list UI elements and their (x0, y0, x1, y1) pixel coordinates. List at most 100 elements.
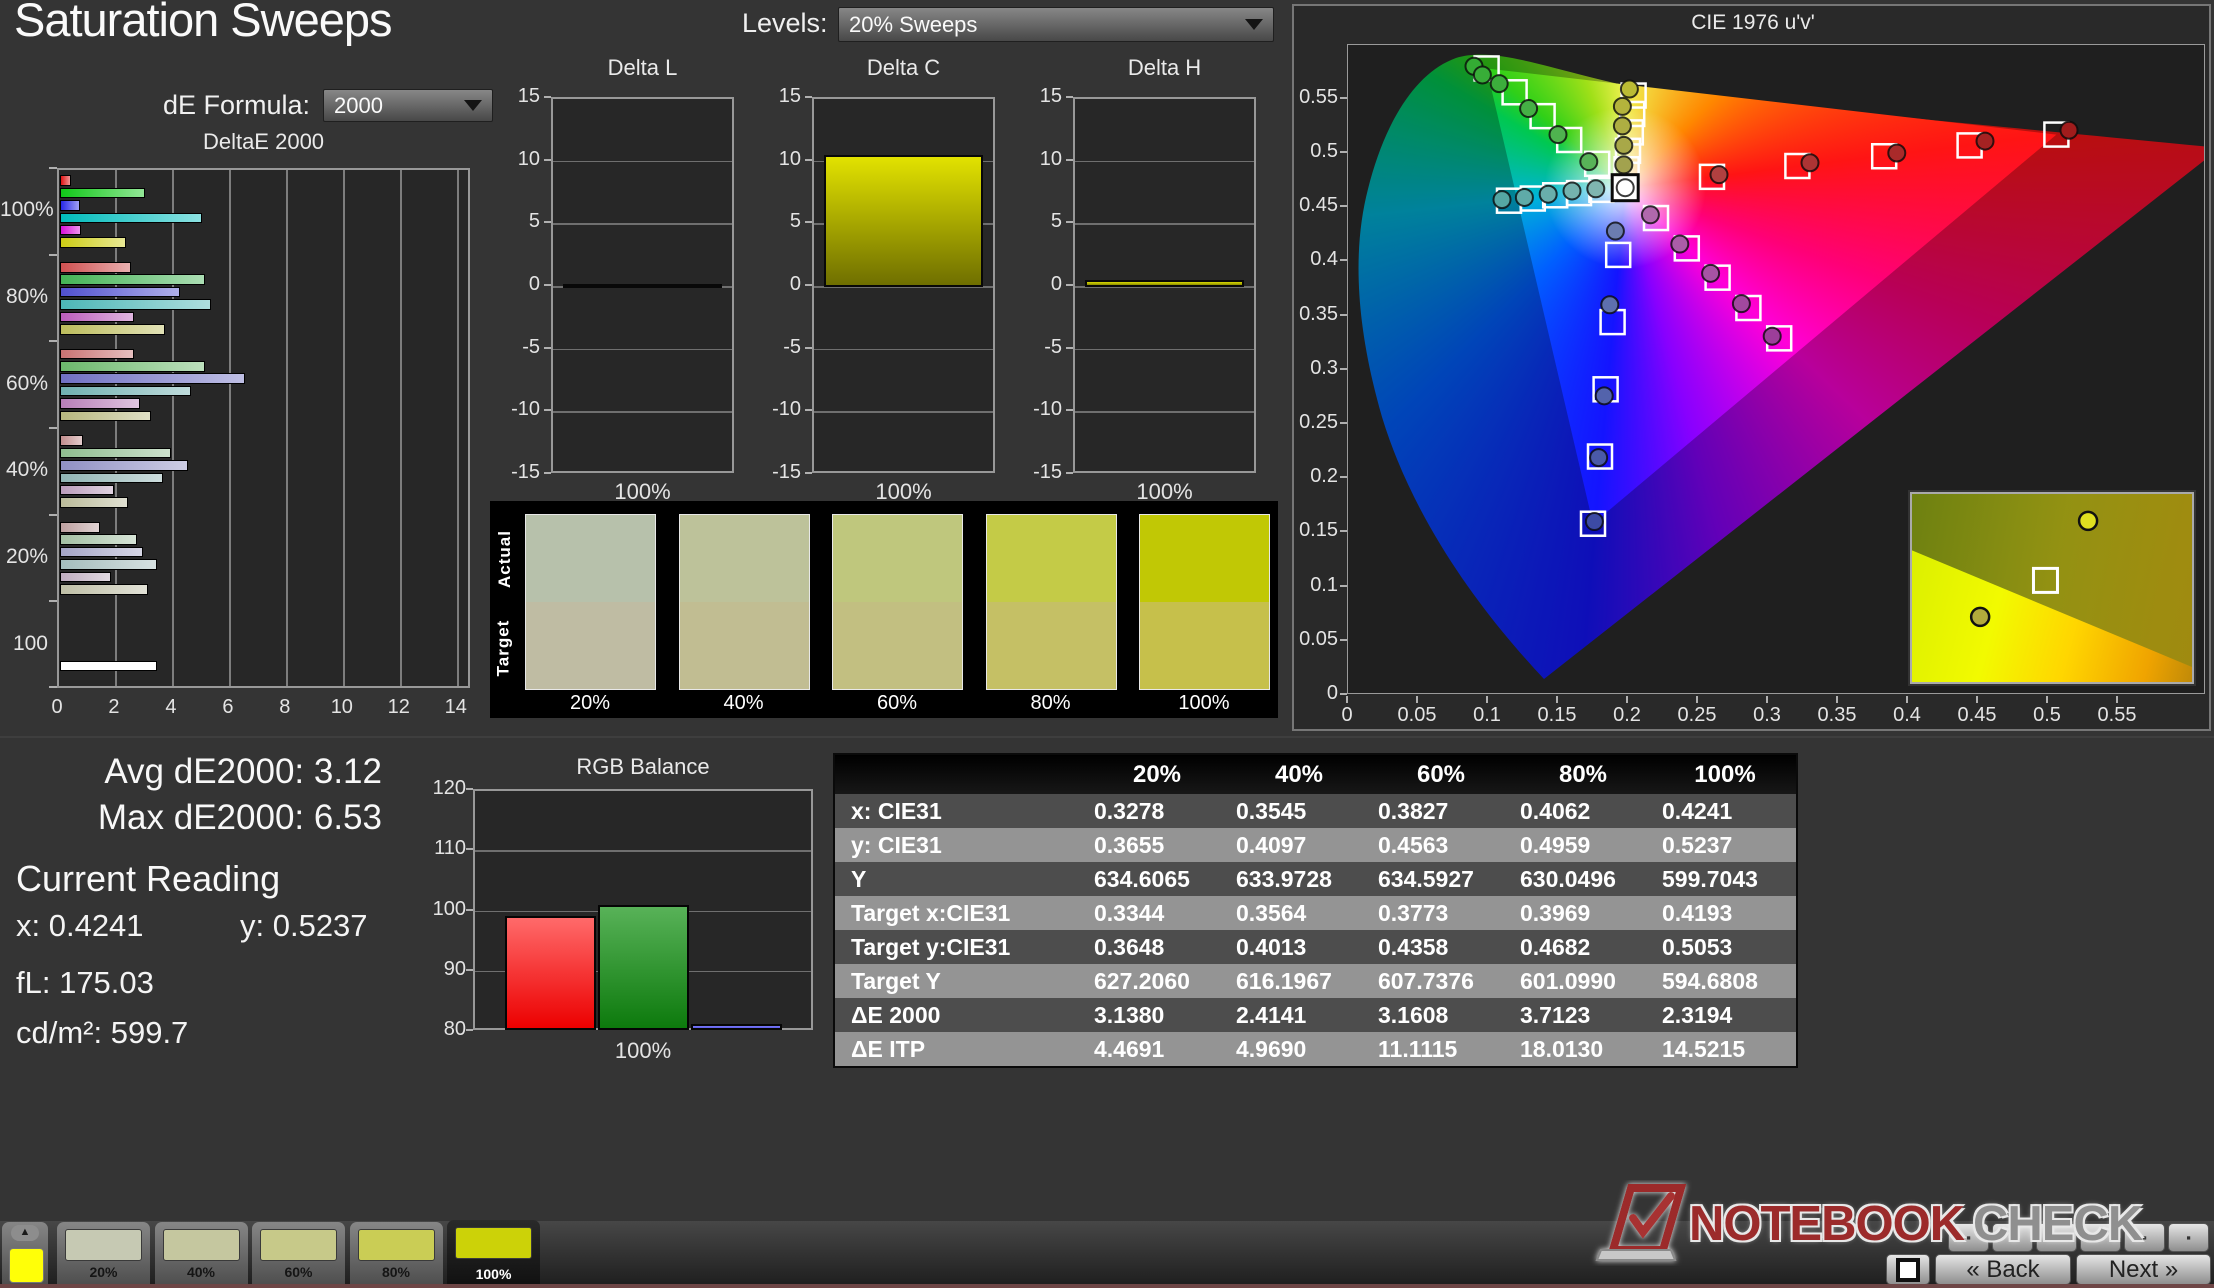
measurement-circle-marker (1580, 153, 1597, 170)
measurement-circle-marker (1621, 81, 1638, 98)
deltae-bar (60, 386, 191, 397)
delta-l-chart: Delta L151050-5-10-15100% (500, 55, 755, 510)
row-label-cell: x: CIE31 (834, 794, 1086, 828)
de-formula-dropdown[interactable]: 2000 (323, 89, 493, 122)
value-cell: 0.3344 (1086, 896, 1228, 930)
levels-dropdown[interactable]: 20% Sweeps (838, 7, 1274, 42)
axis-tick (805, 284, 812, 286)
swatch-column-label: 80% (1030, 692, 1070, 715)
value-cell: 4.4691 (1086, 1032, 1228, 1067)
target-swatch (526, 602, 655, 689)
saturation-tab-60[interactable]: 60% (252, 1222, 345, 1285)
cdm2-readout: cd/m²: 599.7 (16, 1015, 188, 1051)
axis-tick (1340, 639, 1347, 641)
axis-tick (1066, 159, 1073, 161)
deltae-bar (60, 448, 171, 459)
y-tick-label: -10 (500, 398, 540, 421)
axis-tick (1066, 96, 1073, 98)
table-row: ΔE 20003.13802.41413.16083.71232.3194 (834, 998, 1797, 1032)
deltae-bar (60, 299, 211, 310)
axis-tick (1340, 314, 1347, 316)
delta-h-chart: Delta H151050-5-10-15100% (1022, 55, 1277, 510)
axis-tick (49, 254, 57, 256)
value-cell: 0.3773 (1370, 896, 1512, 930)
swatch-cell (679, 514, 810, 690)
tab-label: 40% (155, 1264, 248, 1280)
axis-tick (2116, 696, 2118, 703)
gridline (229, 170, 231, 686)
value-cell: 14.5215 (1654, 1032, 1797, 1067)
deltae-bar (60, 534, 137, 545)
measurement-circle-marker (1607, 223, 1624, 240)
y-tick-label: 0.55 (1294, 86, 1338, 109)
chevron-down-icon (1245, 19, 1263, 30)
x-tick-label: 12 (379, 696, 419, 719)
axis-tick (466, 909, 473, 911)
deltae-bar (60, 324, 165, 335)
levels-value: 20% Sweeps (849, 12, 1245, 38)
axis-tick (466, 848, 473, 850)
deltae-bar (60, 473, 163, 484)
row-label-cell: ΔE ITP (834, 1032, 1086, 1067)
table-header-cell: 60% (1370, 754, 1512, 794)
deltae-bar (60, 312, 134, 323)
axis-tick (49, 686, 57, 688)
swatch-column-label: 20% (570, 692, 610, 715)
saturation-tab-100[interactable]: 100% (447, 1220, 540, 1288)
y-tick-label: 0 (1022, 273, 1062, 296)
gridline (457, 170, 459, 686)
cie-inset-markers (1912, 494, 2196, 686)
x-tick-label: 6 (208, 696, 248, 719)
current-y-readout: y: 0.5237 (240, 908, 368, 944)
up-arrow-icon[interactable]: ▲ (11, 1225, 39, 1241)
gridline (553, 349, 732, 351)
value-cell: 3.1380 (1086, 998, 1228, 1032)
saturation-tab-20[interactable]: 20% (57, 1222, 150, 1285)
fl-readout: fL: 175.03 (16, 965, 154, 1001)
plot-area (812, 97, 995, 473)
table-row: Target x:CIE310.33440.35640.37730.39690.… (834, 896, 1797, 930)
current-x-readout: x: 0.4241 (16, 908, 144, 944)
y-tick-label: 0.45 (1294, 194, 1338, 217)
axis-tick (544, 409, 551, 411)
axis-tick (1340, 151, 1347, 153)
saturation-tab-40[interactable]: 40% (155, 1222, 248, 1285)
y-tick-label: -5 (1022, 336, 1062, 359)
measurement-circle-marker (1764, 328, 1781, 345)
gridline (475, 850, 811, 852)
measurement-circle-marker (1587, 180, 1604, 197)
y-group-label: 100 (0, 632, 48, 656)
value-cell: 599.7043 (1654, 862, 1797, 896)
deltae-bar (60, 485, 114, 496)
saturation-tab-80[interactable]: 80% (350, 1222, 443, 1285)
deltae2000-chart: DeltaE 200002468101214100%80%60%40%20%10… (0, 125, 490, 735)
chevron-down-icon (464, 100, 482, 111)
gridline (1075, 161, 1254, 163)
results-data-table: 20%40%60%80%100%x: CIE310.32780.35450.38… (833, 753, 1798, 1068)
y-tick-label: 0.1 (1294, 574, 1338, 597)
axis-tick (1340, 585, 1347, 587)
deltae-bar (60, 225, 81, 236)
actual-swatch (526, 515, 655, 602)
tab-strip-expander[interactable]: ▲ (2, 1222, 48, 1285)
deltae-bar (60, 349, 134, 360)
y-tick-label: 15 (1022, 85, 1062, 108)
measurement-circle-marker (1802, 154, 1819, 171)
axis-tick (466, 1029, 473, 1031)
measurement-circle-marker (1491, 75, 1508, 92)
x-category-label: 100% (473, 1038, 813, 1064)
gridline (814, 349, 993, 351)
axis-tick (1346, 696, 1348, 703)
axis-tick (805, 96, 812, 98)
current-color-swatch (9, 1248, 44, 1283)
measurement-circle-marker (1590, 449, 1607, 466)
delta-bar (563, 284, 722, 288)
value-cell: 0.4193 (1654, 896, 1797, 930)
axis-tick (1836, 696, 1838, 703)
notebookcheck-watermark: NOTEBOOK CHECK (1585, 1182, 2214, 1268)
chart-title: Delta C (867, 55, 940, 81)
page-title: Saturation Sweeps (14, 0, 392, 47)
measurement-circle-marker (1586, 513, 1603, 530)
x-tick-label: 8 (265, 696, 305, 719)
table-row: y: CIE310.36550.40970.45630.49590.5237 (834, 828, 1797, 862)
